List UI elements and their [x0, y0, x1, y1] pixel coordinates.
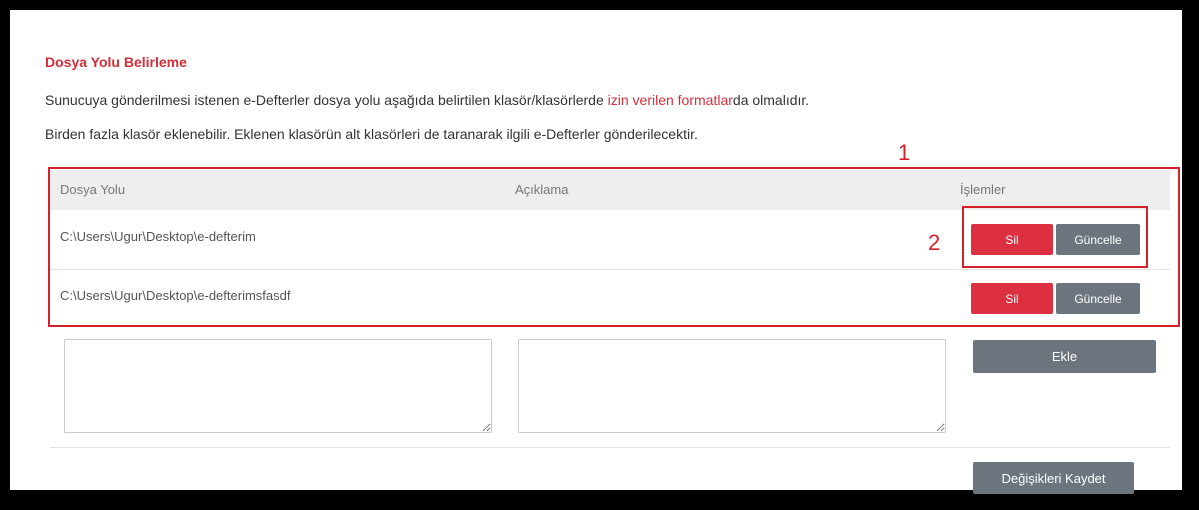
- info-text-part: Sunucuya gönderilmesi istenen e-Defterle…: [45, 92, 608, 108]
- info-text-subfolders: Birden fazla klasör eklenebilir. Eklenen…: [45, 126, 698, 142]
- settings-panel: Dosya Yolu Belirleme Sunucuya gönderilme…: [18, 18, 1180, 494]
- annotation-number-2: 2: [928, 230, 941, 255]
- annotation-number-1: 1: [898, 140, 911, 165]
- save-changes-button[interactable]: Değişikleri Kaydet: [973, 462, 1134, 494]
- divider: [50, 447, 1170, 448]
- add-button[interactable]: Ekle: [973, 340, 1156, 373]
- formats-link[interactable]: izin verilen formatlar: [608, 92, 733, 108]
- description-textarea[interactable]: [518, 339, 946, 433]
- annotation-box-actions: [962, 206, 1148, 268]
- section-title: Dosya Yolu Belirleme: [45, 54, 187, 70]
- info-text-part: da olmalıdır.: [732, 92, 810, 108]
- screenshot-frame: Dosya Yolu Belirleme Sunucuya gönderilme…: [10, 10, 1182, 494]
- path-textarea[interactable]: [64, 339, 492, 433]
- info-text-formats: Sunucuya gönderilmesi istenen e-Defterle…: [45, 92, 809, 108]
